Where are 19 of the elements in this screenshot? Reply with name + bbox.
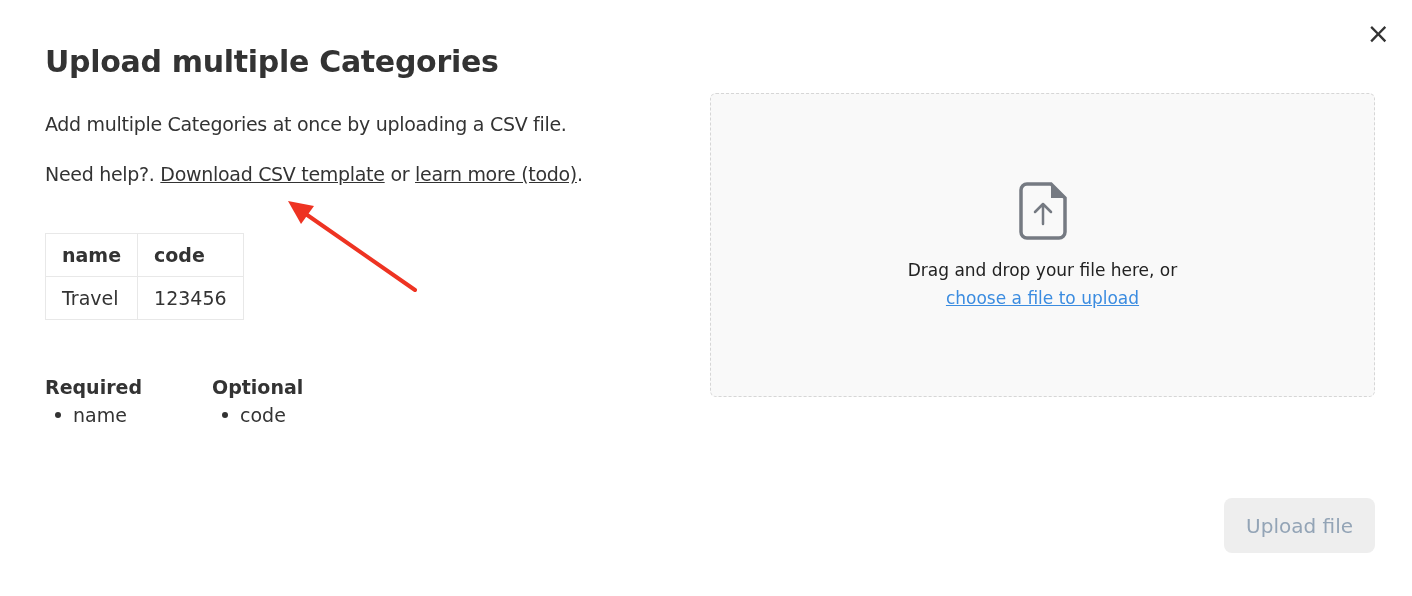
bullet-icon	[55, 412, 61, 418]
learn-more-link[interactable]: learn more (todo)	[415, 163, 577, 185]
table-cell: Travel	[45, 276, 138, 320]
table-header-cell: code	[137, 233, 244, 277]
field-name: name	[73, 404, 127, 426]
help-text: Need help?. Download CSV template or learn more (todo).	[45, 162, 584, 187]
table-header-cell: name	[45, 233, 138, 277]
bullet-icon	[222, 412, 228, 418]
dialog-title: Upload multiple Categories	[45, 44, 500, 79]
download-template-link[interactable]: Download CSV template	[160, 163, 385, 185]
table-cell: 123456	[137, 276, 244, 320]
intro-text: Add multiple Categories at once by uploading a CSV file.	[45, 112, 568, 137]
file-upload-icon	[1018, 182, 1067, 240]
field-name: code	[240, 404, 286, 426]
field-group-heading: Optional	[212, 376, 304, 398]
file-dropzone[interactable]: Drag and drop your file here, or choose a file to upload	[710, 93, 1375, 397]
field-group-heading: Required	[45, 376, 142, 398]
dropzone-text: Drag and drop your file here, or	[907, 260, 1178, 280]
close-button[interactable]: ×	[1362, 20, 1394, 48]
